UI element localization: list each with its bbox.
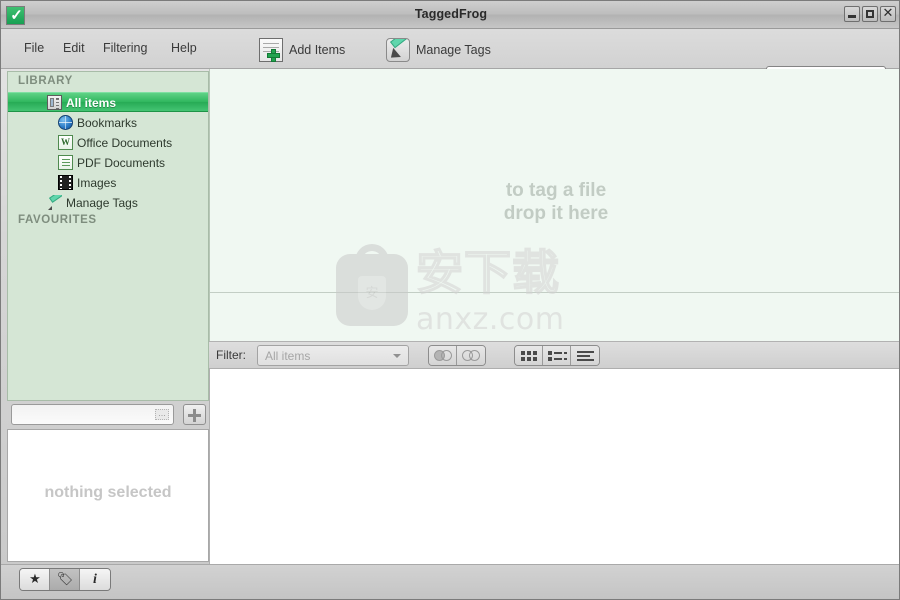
- sidebar-item-label: Office Documents: [77, 136, 173, 150]
- library-sidebar: LIBRARY All items Bookmarks W Office Doc…: [7, 71, 209, 401]
- preview-pane: nothing selected: [7, 429, 209, 562]
- menu-edit[interactable]: Edit: [63, 41, 85, 55]
- tag-icon: 🏷: [56, 572, 74, 587]
- minimize-icon: [848, 15, 856, 18]
- tag-browse-icon[interactable]: ...: [155, 409, 169, 420]
- drop-zone-line1: to tag a file: [505, 180, 607, 201]
- star-icon: ★: [29, 572, 41, 587]
- filter-and-button[interactable]: [429, 346, 457, 365]
- sidebar-item-bookmarks[interactable]: Bookmarks: [8, 113, 208, 133]
- menu-help[interactable]: Help: [171, 41, 197, 55]
- add-items-label: Add Items: [289, 43, 346, 57]
- application-window: ✓ TaggedFrog ✕ File Edit Filtering Help …: [0, 0, 900, 600]
- manage-tags-label: Manage Tags: [416, 43, 491, 57]
- drop-zone-text: to tag a file drop it here: [210, 179, 899, 225]
- filter-or-button[interactable]: [457, 346, 485, 365]
- chevron-down-icon: [393, 354, 401, 358]
- sidebar-item-all-items[interactable]: All items: [8, 92, 208, 112]
- venn-union-icon: [462, 350, 481, 361]
- favourites-header: FAVOURITES: [18, 214, 97, 226]
- bottom-toolbar: ★ 🏷 i: [1, 564, 899, 599]
- sidebar-item-label: Manage Tags: [66, 196, 138, 210]
- globe-icon: [58, 115, 73, 130]
- word-document-icon: W: [58, 135, 73, 150]
- filter-label: Filter:: [216, 348, 246, 362]
- item-list-area[interactable]: [209, 369, 899, 564]
- toolbar: File Edit Filtering Help Add Items Manag…: [1, 29, 899, 87]
- sidebar-item-manage-tags[interactable]: Manage Tags: [8, 193, 208, 213]
- library-book-icon: [47, 95, 62, 110]
- tag-input-bar: ...: [7, 403, 209, 427]
- sidebar-item-label: PDF Documents: [77, 156, 166, 170]
- maximize-icon: [866, 10, 874, 18]
- tile-view-icon: [548, 351, 567, 361]
- pencil-tag-icon: [47, 195, 62, 210]
- panel-switch-group: ★ 🏷 i: [19, 568, 111, 591]
- favourites-button[interactable]: ★: [20, 569, 50, 590]
- menu-file[interactable]: File: [24, 41, 44, 55]
- filter-select[interactable]: All items: [257, 345, 409, 366]
- venn-intersect-icon: [434, 350, 453, 361]
- grid-view-icon: [521, 351, 538, 361]
- drop-zone-divider: [210, 292, 899, 293]
- tags-button[interactable]: 🏷: [50, 569, 80, 590]
- view-grid-button[interactable]: [515, 346, 543, 365]
- maximize-button[interactable]: [862, 6, 878, 22]
- view-list-button[interactable]: [571, 346, 599, 365]
- view-mode-group: [514, 345, 600, 366]
- view-tiles-button[interactable]: [543, 346, 571, 365]
- add-tag-button[interactable]: [183, 404, 206, 425]
- menu-filtering[interactable]: Filtering: [103, 41, 147, 55]
- filter-bar: Filter: All items: [209, 341, 899, 369]
- filter-selected-value: All items: [265, 349, 311, 363]
- tag-input[interactable]: [11, 404, 174, 425]
- film-strip-icon: [58, 175, 73, 190]
- sidebar-item-images[interactable]: Images: [8, 173, 208, 193]
- filter-logic-group: [428, 345, 486, 366]
- pdf-document-icon: [58, 155, 73, 170]
- info-button[interactable]: i: [80, 569, 110, 590]
- preview-empty-text: nothing selected: [44, 484, 172, 501]
- info-icon: i: [93, 572, 97, 587]
- close-button[interactable]: ✕: [880, 6, 896, 22]
- pencil-tag-icon: [386, 38, 410, 62]
- drop-zone-line2: drop it here: [503, 203, 609, 224]
- sidebar-item-label: Bookmarks: [77, 116, 138, 130]
- title-bar: ✓ TaggedFrog ✕: [1, 1, 899, 29]
- sidebar-item-label: Images: [77, 176, 117, 190]
- window-title: TaggedFrog: [414, 7, 488, 21]
- close-icon: ✕: [882, 6, 894, 21]
- library-header: LIBRARY: [18, 75, 73, 87]
- minimize-button[interactable]: [844, 6, 860, 22]
- add-document-icon: [259, 38, 283, 62]
- sidebar-item-office-documents[interactable]: W Office Documents: [8, 133, 208, 153]
- drop-zone[interactable]: to tag a file drop it here: [209, 69, 899, 341]
- sidebar-item-pdf-documents[interactable]: PDF Documents: [8, 153, 208, 173]
- list-view-icon: [577, 351, 594, 361]
- sidebar-item-label: All items: [66, 96, 117, 110]
